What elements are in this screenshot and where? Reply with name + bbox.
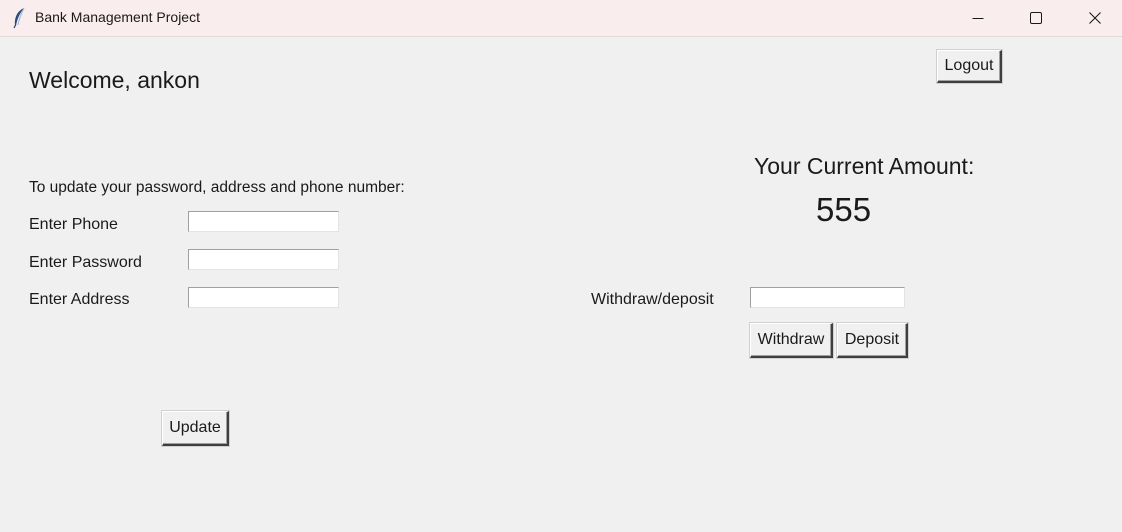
close-button[interactable] [1072, 0, 1118, 36]
password-input[interactable] [188, 249, 339, 270]
welcome-heading: Welcome, ankon [29, 67, 200, 93]
logout-button[interactable]: Logout [937, 50, 1002, 83]
withdraw-deposit-label: Withdraw/deposit [591, 291, 714, 308]
feather-icon [13, 7, 25, 29]
phone-label: Enter Phone [29, 216, 118, 233]
amount-input[interactable] [750, 287, 905, 308]
amount-value: 555 [816, 191, 872, 228]
address-input[interactable] [188, 287, 339, 308]
main-panel [0, 37, 1122, 532]
withdraw-button[interactable]: Withdraw [750, 323, 833, 358]
minimize-button[interactable] [955, 0, 1001, 36]
address-label: Enter Address [29, 291, 130, 308]
maximize-button[interactable] [1013, 0, 1059, 36]
window-title: Bank Management Project [35, 9, 200, 25]
update-button[interactable]: Update [162, 411, 229, 446]
close-icon [1089, 12, 1101, 24]
update-instructions: To update your password, address and pho… [29, 179, 405, 196]
maximize-icon [1030, 12, 1042, 24]
deposit-button[interactable]: Deposit [837, 323, 908, 358]
title-bar: Bank Management Project [0, 0, 1122, 37]
minimize-icon [972, 18, 984, 19]
password-label: Enter Password [29, 254, 142, 271]
amount-title: Your Current Amount: [754, 153, 975, 179]
phone-input[interactable] [188, 211, 339, 232]
